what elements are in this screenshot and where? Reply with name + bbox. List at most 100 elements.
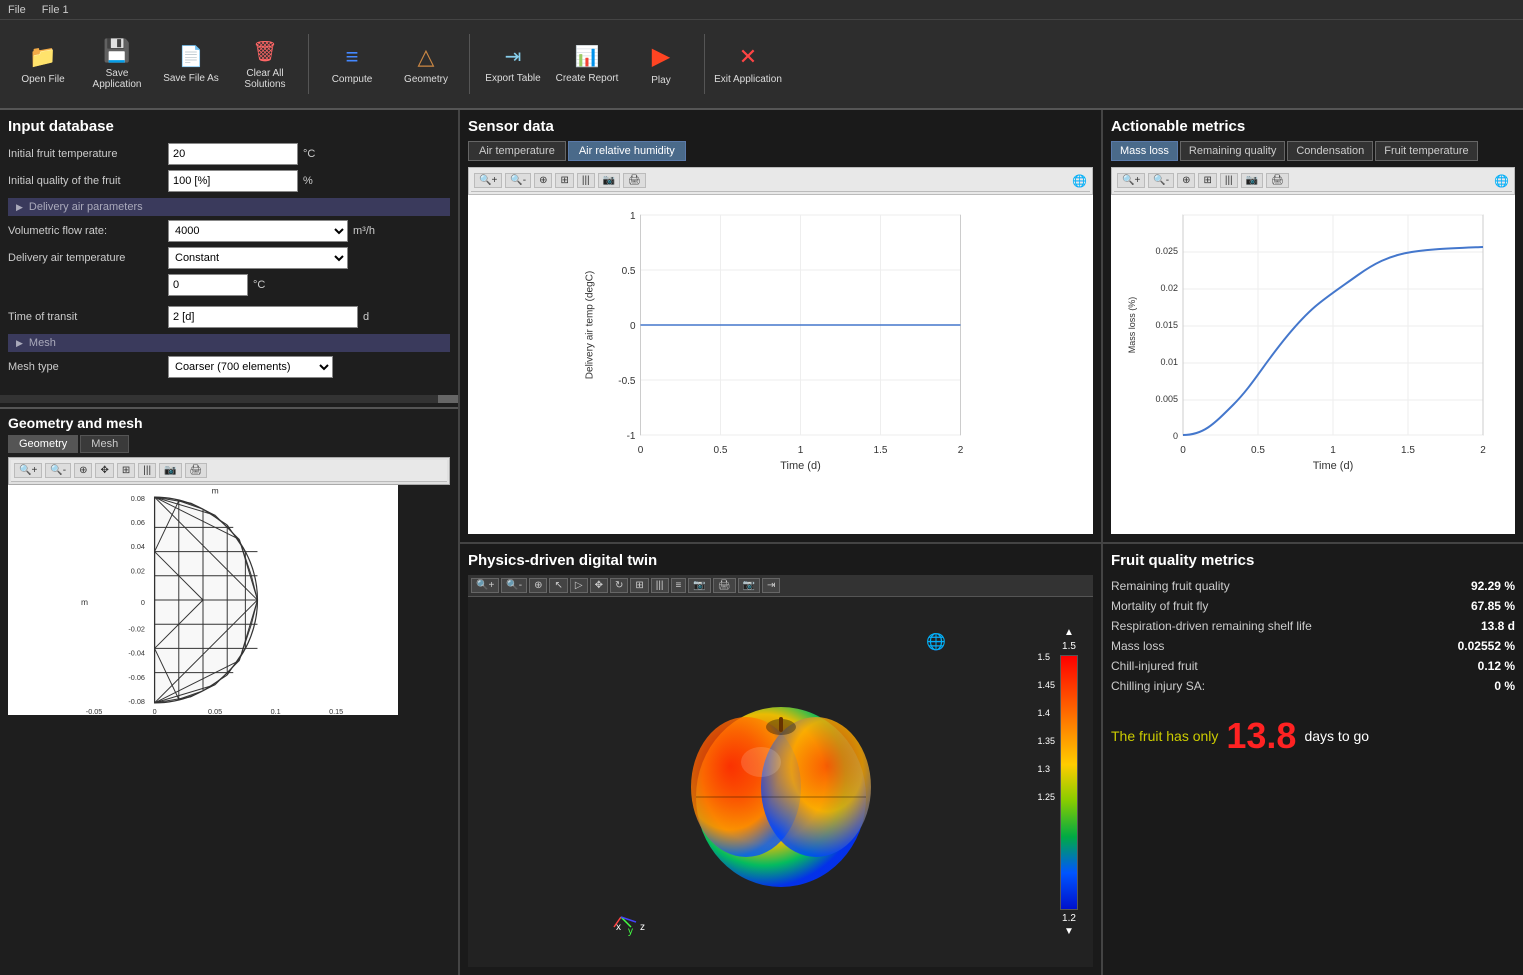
phys-camera2[interactable]: 📷 (738, 578, 760, 593)
svg-text:m: m (212, 485, 219, 495)
phys-select[interactable]: ▷ (570, 578, 588, 593)
svg-text:1: 1 (798, 445, 804, 456)
time-transit-row: Time of transit d (8, 306, 450, 328)
sensor-zoom-in[interactable]: 🔍+ (474, 173, 502, 188)
phys-export[interactable]: ⇥ (762, 578, 780, 593)
geo-zoom-out[interactable]: 🔍- (45, 463, 71, 478)
geometry-mesh-section: Geometry and mesh Geometry Mesh 🔍+ 🔍- ⊕ … (0, 407, 458, 723)
phys-zoom-in[interactable]: 🔍+ (471, 578, 499, 593)
respiration-value: 13.8 d (1481, 619, 1515, 633)
sensor-globe-btn[interactable]: 🌐 (1072, 174, 1087, 188)
metrics-chart-toolbar-wrap: 🔍+ 🔍- ⊕ ⊞ ||| 📷 🖨 🌐 (1111, 167, 1515, 195)
export-icon: ⇥ (505, 44, 522, 69)
menu-file[interactable]: File (8, 4, 26, 16)
remaining-quality-row: Remaining fruit quality 92.29 % (1111, 579, 1515, 593)
initial-quality-row: Initial quality of the fruit % (8, 170, 450, 192)
metrics-cols[interactable]: ||| (1220, 173, 1238, 188)
create-report-button[interactable]: 📊 Create Report (552, 24, 622, 104)
phys-print[interactable]: 🖨 (713, 578, 736, 593)
mass-loss-label: Mass loss (1111, 639, 1164, 653)
delivery-air-temp-select[interactable]: Constant (168, 247, 348, 269)
save-file-as-button[interactable]: 📄 Save File As (156, 24, 226, 104)
clear-solutions-button[interactable]: 🗑 Clear All Solutions (230, 24, 300, 104)
time-transit-input[interactable] (168, 306, 358, 328)
geo-zoom-box[interactable]: ⊕ (74, 463, 92, 478)
time-transit-label: Time of transit (8, 311, 168, 323)
metrics-panel: Actionable metrics Mass loss Remaining q… (1103, 110, 1523, 542)
play-icon: ▶ (652, 42, 670, 71)
tab-remaining-quality[interactable]: Remaining quality (1180, 141, 1285, 161)
metrics-zoom-box[interactable]: ⊕ (1177, 173, 1195, 188)
remaining-quality-value: 92.29 % (1471, 579, 1515, 593)
svg-text:0.01: 0.01 (1160, 357, 1178, 367)
tab-mesh[interactable]: Mesh (80, 435, 129, 453)
metrics-print[interactable]: 🖨 (1266, 173, 1289, 188)
metrics-zoom-out[interactable]: 🔍- (1148, 173, 1174, 188)
phys-camera[interactable]: 📷 (688, 578, 710, 593)
initial-quality-input[interactable] (168, 170, 298, 192)
menu-file1[interactable]: File 1 (42, 4, 69, 16)
scrollbar-thumb[interactable] (438, 395, 458, 403)
svg-text:🌐: 🌐 (926, 632, 946, 651)
geo-zoom-in[interactable]: 🔍+ (14, 463, 42, 478)
phys-lines[interactable]: ||| (651, 578, 669, 593)
phys-cursor[interactable]: ↖ (549, 578, 567, 593)
volumetric-flow-select[interactable]: 4000 (168, 220, 348, 242)
input-database-title: Input database (8, 118, 450, 135)
geo-chart-toolbar: 🔍+ 🔍- ⊕ ✥ ⊞ ||| 📷 🖨 (8, 457, 450, 485)
mass-loss-row: Mass loss 0.02552 % (1111, 639, 1515, 653)
phys-zoom-out[interactable]: 🔍- (501, 578, 527, 593)
respiration-label: Respiration-driven remaining shelf life (1111, 619, 1312, 633)
right-top: Sensor data Air temperature Air relative… (460, 110, 1523, 542)
save-file-as-label: Save File As (163, 73, 219, 84)
mesh-type-select[interactable]: Coarser (700 elements) (168, 356, 333, 378)
geo-pan[interactable]: ✥ (95, 463, 113, 478)
phys-more[interactable]: ≡ (671, 578, 687, 593)
phys-pan[interactable]: ✥ (590, 578, 608, 593)
tab-condensation[interactable]: Condensation (1287, 141, 1373, 161)
play-button[interactable]: ▶ Play (626, 24, 696, 104)
sensor-print[interactable]: 🖨 (623, 173, 646, 188)
export-table-button[interactable]: ⇥ Export Table (478, 24, 548, 104)
compute-button[interactable]: ≡ Compute (317, 24, 387, 104)
sensor-camera[interactable]: 📷 (598, 173, 620, 188)
separator-1 (308, 34, 309, 94)
metrics-camera[interactable]: 📷 (1241, 173, 1263, 188)
sensor-panel: Sensor data Air temperature Air relative… (460, 110, 1103, 542)
tab-fruit-temp[interactable]: Fruit temperature (1375, 141, 1477, 161)
phys-grid[interactable]: ⊞ (630, 578, 648, 593)
sensor-grid[interactable]: ⊞ (555, 173, 573, 188)
sensor-zoom-box[interactable]: ⊕ (534, 173, 552, 188)
geometry-button[interactable]: △ Geometry (391, 24, 461, 104)
svg-text:0: 0 (630, 321, 636, 332)
fruit-msg-suffix: days to go (1304, 728, 1369, 744)
quality-panel: Fruit quality metrics Remaining fruit qu… (1103, 544, 1523, 975)
fruit-quality-title: Fruit quality metrics (1111, 552, 1515, 569)
sensor-cols[interactable]: ||| (577, 173, 595, 188)
open-file-button[interactable]: 📁 Open File (8, 24, 78, 104)
save-application-button[interactable]: 💾 Save Application (82, 24, 152, 104)
geo-print[interactable]: 🖨 (185, 463, 208, 478)
clear-icon: 🗑 (252, 39, 277, 64)
tab-geometry[interactable]: Geometry (8, 435, 78, 453)
svg-text:0.02: 0.02 (1160, 283, 1178, 293)
svg-text:2: 2 (1480, 445, 1486, 456)
metrics-grid[interactable]: ⊞ (1198, 173, 1216, 188)
phys-zoom-box[interactable]: ⊕ (529, 578, 547, 593)
tab-mass-loss[interactable]: Mass loss (1111, 141, 1178, 161)
metrics-globe-btn[interactable]: 🌐 (1494, 174, 1509, 188)
geo-grid[interactable]: ⊞ (117, 463, 135, 478)
temp-value-input[interactable] (168, 274, 248, 296)
initial-fruit-temp-input[interactable] (168, 143, 298, 165)
tab-air-temp[interactable]: Air temperature (468, 141, 566, 161)
metrics-zoom-in[interactable]: 🔍+ (1117, 173, 1145, 188)
geo-lines[interactable]: ||| (138, 463, 156, 478)
exit-application-button[interactable]: ✕ Exit Application (713, 24, 783, 104)
mortality-label: Mortality of fruit fly (1111, 599, 1208, 613)
geo-camera[interactable]: 📷 (159, 463, 181, 478)
sensor-zoom-out[interactable]: 🔍- (505, 173, 531, 188)
svg-text:m: m (81, 597, 88, 607)
phys-orbit[interactable]: ↻ (610, 578, 628, 593)
tab-air-humidity[interactable]: Air relative humidity (568, 141, 686, 161)
svg-text:0: 0 (141, 598, 145, 607)
